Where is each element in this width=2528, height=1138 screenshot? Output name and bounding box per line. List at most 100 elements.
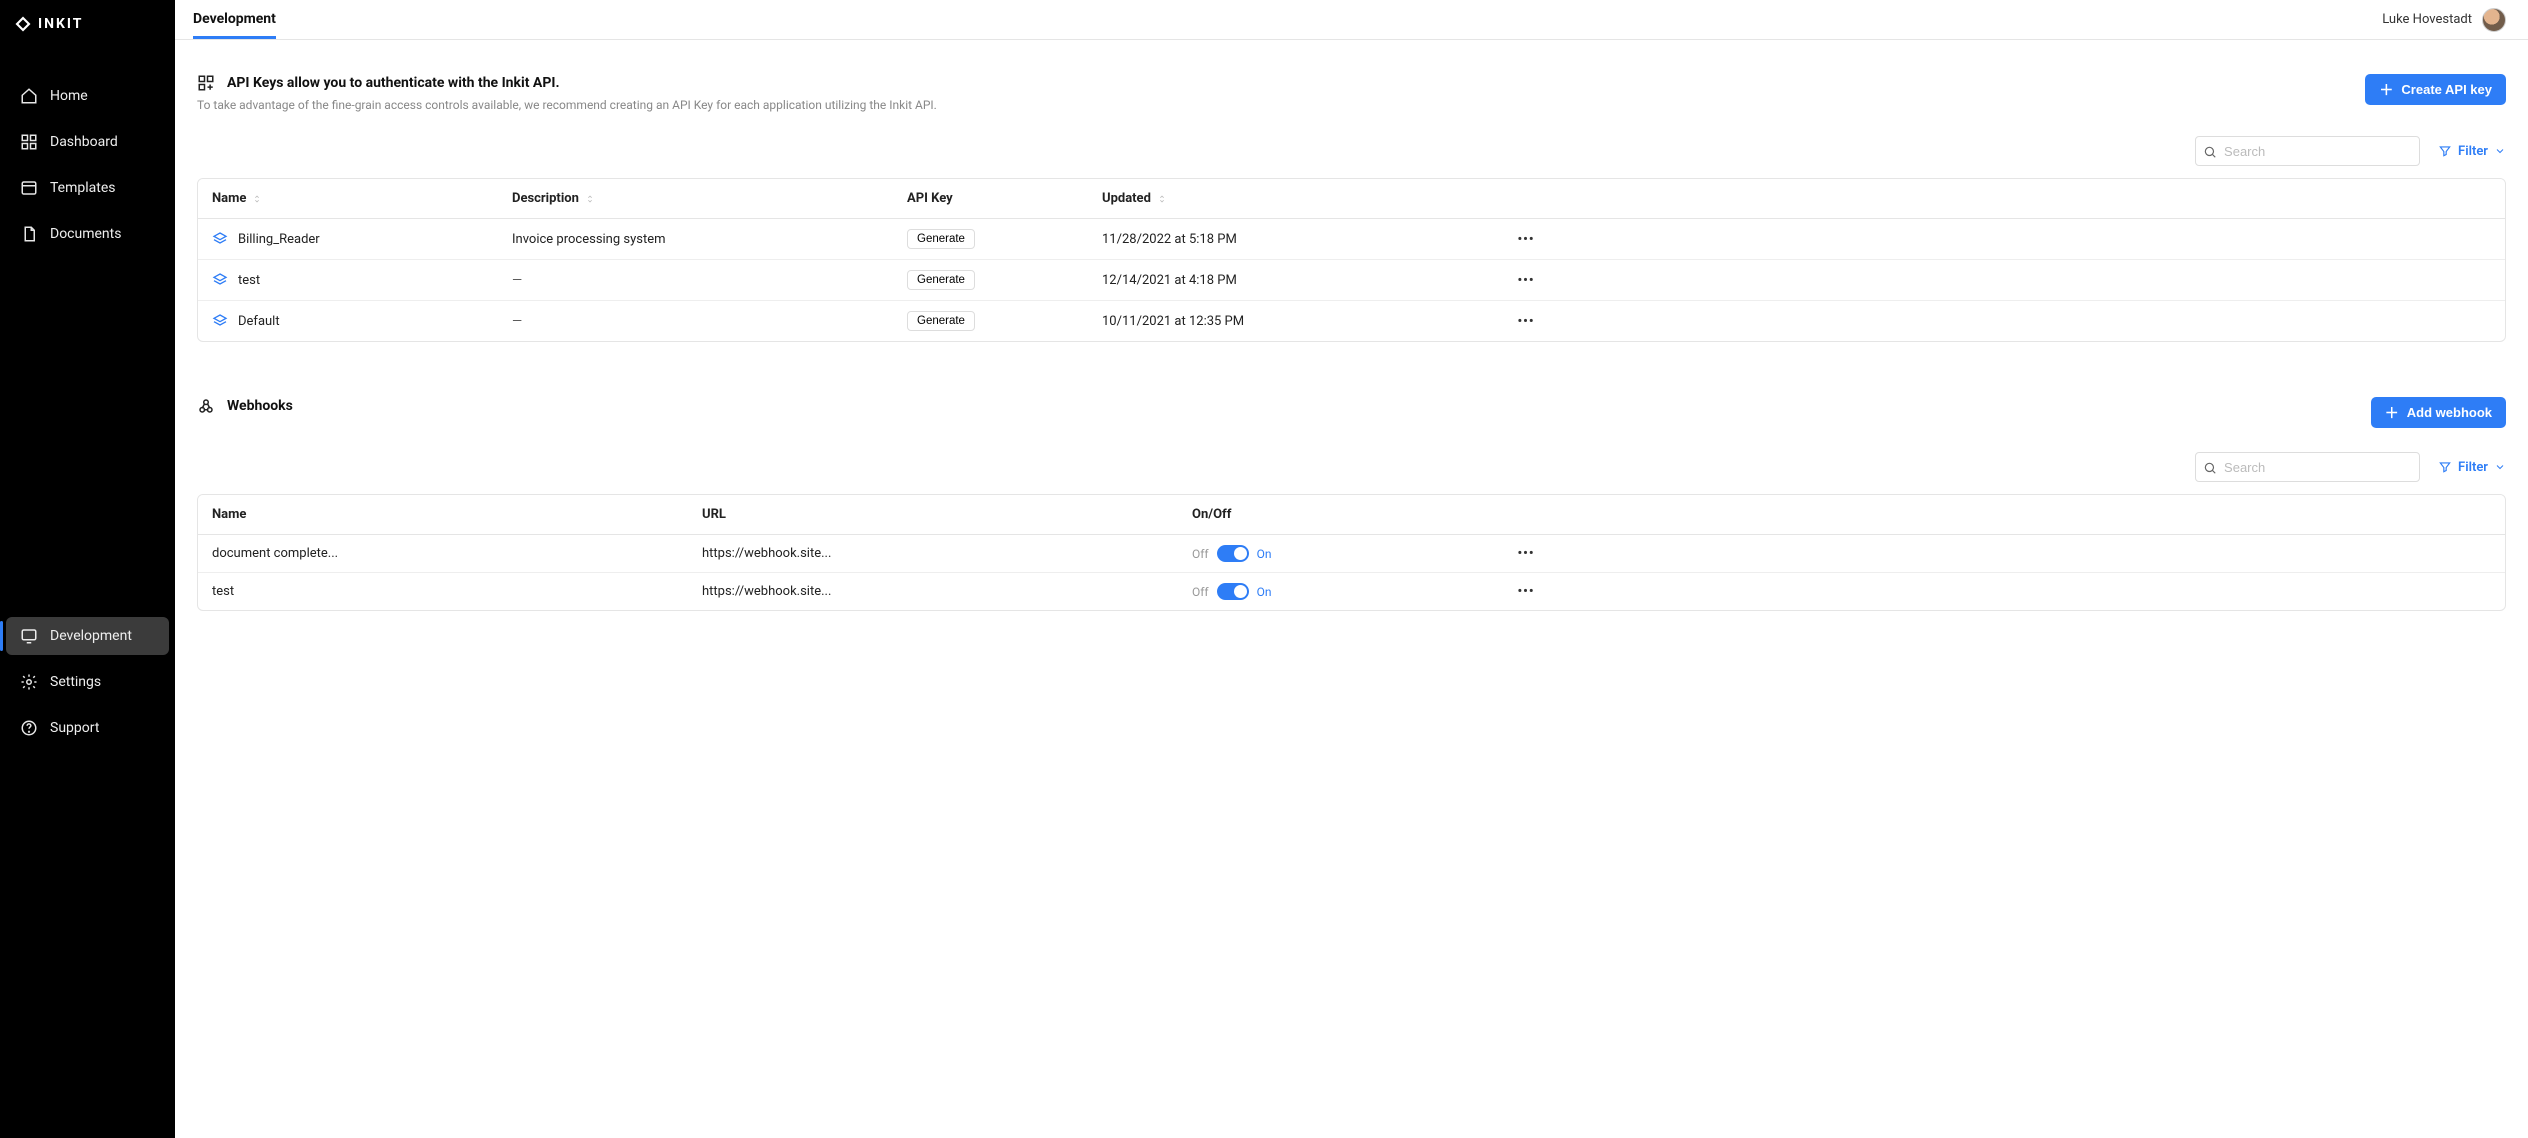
row-more-button[interactable]: ••• xyxy=(1516,273,1536,288)
row-name: test xyxy=(238,273,260,288)
api-key-row-icon xyxy=(212,313,228,329)
row-name: Default xyxy=(238,314,280,329)
webhooks-section-head: Webhooks ＋ Add webhook xyxy=(197,397,2506,428)
table-row: Billing_Reader Invoice processing system… xyxy=(198,219,2505,260)
search-icon xyxy=(2203,144,2217,158)
row-more-button[interactable]: ••• xyxy=(1516,546,1536,561)
row-description: Invoice processing system xyxy=(512,232,907,247)
sidebar: INKIT Home Dashboard Templates Documents xyxy=(0,0,175,1138)
generate-button[interactable]: Generate xyxy=(907,311,975,331)
sidebar-item-documents[interactable]: Documents xyxy=(6,215,169,253)
apikeys-filter-button[interactable]: Filter xyxy=(2438,144,2506,159)
plus-icon: ＋ xyxy=(2379,83,2393,97)
table-row: test https://webhook.site... Off On ••• xyxy=(198,573,2505,610)
sort-icon xyxy=(585,194,595,204)
primary-nav: Home Dashboard Templates Documents xyxy=(0,73,175,587)
row-description: — xyxy=(512,273,907,288)
search-input[interactable] xyxy=(2195,136,2420,166)
apikeys-subtitle: To take advantage of the fine-grain acce… xyxy=(197,98,937,112)
user-name: Luke Hovestadt xyxy=(2382,12,2472,27)
row-url: https://webhook.site... xyxy=(702,584,1192,599)
col-updated[interactable]: Updated xyxy=(1102,191,1482,206)
dashboard-icon xyxy=(20,133,38,151)
sidebar-item-label: Templates xyxy=(50,180,116,196)
apikeys-search xyxy=(2195,136,2420,166)
gear-icon xyxy=(20,673,38,691)
api-keys-icon xyxy=(197,74,215,92)
brand-name: INKIT xyxy=(38,16,83,32)
main: Development Luke Hovestadt API Keys allo… xyxy=(175,0,2528,1138)
table-row: Default — Generate 10/11/2021 at 12:35 P… xyxy=(198,301,2505,341)
row-updated: 11/28/2022 at 5:18 PM xyxy=(1102,232,1482,247)
toggle-switch[interactable] xyxy=(1217,545,1249,562)
filter-label: Filter xyxy=(2458,144,2488,159)
toggle-on-label: On xyxy=(1257,547,1272,561)
page-tabs: Development xyxy=(193,1,296,39)
apikeys-table-header: Name Description API Key Updated xyxy=(198,179,2505,219)
webhooks-title: Webhooks xyxy=(227,398,293,414)
tab-development[interactable]: Development xyxy=(193,1,276,39)
webhooks-search xyxy=(2195,452,2420,482)
row-toggle: Off On xyxy=(1192,545,1482,562)
table-row: document complete... https://webhook.sit… xyxy=(198,535,2505,573)
sidebar-item-dashboard[interactable]: Dashboard xyxy=(6,123,169,161)
table-row: test — Generate 12/14/2021 at 4:18 PM ••… xyxy=(198,260,2505,301)
search-input[interactable] xyxy=(2195,452,2420,482)
brand-logo-icon xyxy=(14,15,32,33)
toggle-switch[interactable] xyxy=(1217,583,1249,600)
filter-icon xyxy=(2438,460,2452,474)
api-key-row-icon xyxy=(212,272,228,288)
templates-icon xyxy=(20,179,38,197)
row-more-button[interactable]: ••• xyxy=(1516,584,1536,599)
sidebar-item-label: Development xyxy=(50,628,132,644)
col-description[interactable]: Description xyxy=(512,191,907,206)
apikeys-title: API Keys allow you to authenticate with … xyxy=(227,75,560,91)
webhooks-filter-button[interactable]: Filter xyxy=(2438,460,2506,475)
brand-logo: INKIT xyxy=(0,0,175,47)
sidebar-item-settings[interactable]: Settings xyxy=(6,663,169,701)
col-name[interactable]: Name xyxy=(212,191,512,206)
row-name: test xyxy=(212,584,702,599)
apikeys-section-head: API Keys allow you to authenticate with … xyxy=(197,74,2506,112)
row-name: document complete... xyxy=(212,546,702,561)
toggle-off-label: Off xyxy=(1192,547,1209,561)
page-content: API Keys allow you to authenticate with … xyxy=(175,40,2528,651)
sidebar-item-development[interactable]: Development xyxy=(6,617,169,655)
generate-button[interactable]: Generate xyxy=(907,270,975,290)
api-key-row-icon xyxy=(212,231,228,247)
col-url: URL xyxy=(702,507,1192,522)
col-apikey: API Key xyxy=(907,191,1102,206)
documents-icon xyxy=(20,225,38,243)
row-more-button[interactable]: ••• xyxy=(1516,314,1536,329)
filter-icon xyxy=(2438,144,2452,158)
row-more-button[interactable]: ••• xyxy=(1516,232,1536,247)
sidebar-item-label: Documents xyxy=(50,226,121,242)
row-updated: 12/14/2021 at 4:18 PM xyxy=(1102,273,1482,288)
search-icon xyxy=(2203,460,2217,474)
toggle-off-label: Off xyxy=(1192,585,1209,599)
help-icon xyxy=(20,719,38,737)
apikeys-table: Name Description API Key Updated xyxy=(197,178,2506,342)
topbar: Development Luke Hovestadt xyxy=(175,0,2528,40)
row-description: — xyxy=(512,314,907,329)
webhooks-table-header: Name URL On/Off xyxy=(198,495,2505,535)
generate-button[interactable]: Generate xyxy=(907,229,975,249)
col-onoff: On/Off xyxy=(1192,507,1482,522)
webhooks-icon xyxy=(197,397,215,415)
filter-label: Filter xyxy=(2458,460,2488,475)
button-label: Create API key xyxy=(2401,82,2492,97)
toggle-on-label: On xyxy=(1257,585,1272,599)
sidebar-item-templates[interactable]: Templates xyxy=(6,169,169,207)
row-name: Billing_Reader xyxy=(238,232,320,247)
sidebar-item-home[interactable]: Home xyxy=(6,77,169,115)
add-webhook-button[interactable]: ＋ Add webhook xyxy=(2371,397,2506,428)
home-icon xyxy=(20,87,38,105)
sidebar-item-label: Dashboard xyxy=(50,134,118,150)
sort-icon xyxy=(1157,194,1167,204)
create-api-key-button[interactable]: ＋ Create API key xyxy=(2365,74,2506,105)
user-menu[interactable]: Luke Hovestadt xyxy=(2382,8,2506,32)
sidebar-item-label: Settings xyxy=(50,674,101,690)
sidebar-item-support[interactable]: Support xyxy=(6,709,169,747)
development-icon xyxy=(20,627,38,645)
webhooks-table: Name URL On/Off document complete... htt… xyxy=(197,494,2506,611)
